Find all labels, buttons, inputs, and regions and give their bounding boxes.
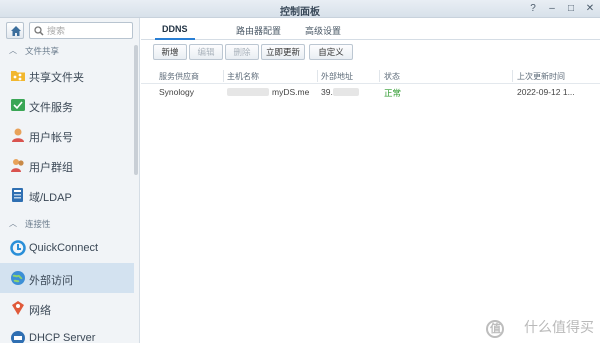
column-header-hostname[interactable]: 主机名称	[227, 71, 259, 82]
column-header-external-address[interactable]: 外部地址	[321, 71, 353, 82]
add-button[interactable]: 新增	[153, 44, 187, 60]
column-header-provider[interactable]: 服务供应商	[159, 71, 199, 82]
sidebar-item-quickconnect[interactable]: QuickConnect	[0, 233, 134, 263]
globe-icon	[11, 271, 25, 285]
redacted-address	[333, 88, 359, 96]
main-panel: DDNS 路由器配置 高级设置 新增 编辑 删除 立即更新 自定义 服务供应商 …	[141, 18, 600, 343]
cell-status: 正常	[384, 88, 402, 98]
network-icon	[12, 301, 24, 315]
sidebar-item-shared-folder[interactable]: 共享文件夹	[0, 60, 134, 90]
column-header-status[interactable]: 状态	[384, 71, 400, 82]
control-panel-window: 控制面板 ? – □ ✕ ︿ 文件共享 共享文件夹 文件服务 用户帐号	[0, 0, 600, 343]
file-services-icon	[11, 99, 25, 111]
close-icon[interactable]: ✕	[583, 2, 597, 16]
sidebar-item-network[interactable]: 网络	[0, 293, 134, 323]
chevron-up-icon: ︿	[9, 219, 17, 228]
watermark-logo-icon: 值	[486, 320, 504, 338]
column-divider	[317, 70, 318, 82]
customize-button[interactable]: 自定义	[309, 44, 353, 60]
chevron-up-icon: ︿	[9, 46, 17, 55]
table-header: 服务供应商 主机名称 外部地址 状态 上次更新时间	[141, 68, 600, 84]
sidebar-item-domain-ldap[interactable]: 域/LDAP	[0, 180, 134, 210]
quickconnect-icon	[10, 240, 26, 256]
tab-router-config[interactable]: 路由器配置	[236, 24, 281, 37]
edit-button[interactable]: 编辑	[189, 44, 223, 60]
sidebar-scrollbar[interactable]	[134, 45, 138, 175]
window-title: 控制面板	[280, 7, 320, 18]
search-input[interactable]	[47, 24, 129, 37]
section-file-sharing[interactable]: ︿ 文件共享	[0, 41, 134, 59]
tab-bar: DDNS 路由器配置 高级设置	[141, 18, 600, 40]
cell-provider: Synology	[159, 87, 194, 97]
sidebar-item-dhcp-server[interactable]: DHCP Server	[0, 323, 134, 343]
maximize-icon[interactable]: □	[564, 2, 578, 16]
column-header-last-updated[interactable]: 上次更新时间	[517, 71, 565, 82]
column-divider	[223, 70, 224, 82]
cell-last-updated: 2022-09-12 1...	[517, 87, 575, 97]
update-now-button[interactable]: 立即更新	[261, 44, 305, 60]
redacted-hostname	[227, 88, 269, 96]
column-divider	[512, 70, 513, 82]
tab-ddns[interactable]: DDNS	[162, 24, 188, 34]
sidebar-item-external-access[interactable]: 外部访问	[0, 263, 134, 293]
table-row[interactable]: Synology myDS.me 39. 正常 2022-09-12 1...	[141, 84, 600, 100]
user-group-icon	[11, 159, 24, 172]
section-connectivity[interactable]: ︿ 连接性	[0, 214, 134, 232]
sidebar: ︿ 文件共享 共享文件夹 文件服务 用户帐号 用户群组 域/LDAP ︿ 连接性	[0, 18, 140, 343]
tab-advanced-settings[interactable]: 高级设置	[305, 24, 341, 37]
help-icon[interactable]: ?	[526, 2, 540, 16]
search-icon	[34, 26, 44, 36]
title-bar: 控制面板 ? – □ ✕	[0, 0, 600, 18]
dhcp-server-icon	[11, 331, 25, 343]
user-icon	[12, 128, 24, 142]
search-box[interactable]	[29, 22, 133, 39]
domain-ldap-icon	[12, 188, 23, 202]
column-divider	[379, 70, 380, 82]
home-icon	[11, 26, 21, 36]
shared-folder-icon	[11, 71, 25, 81]
delete-button[interactable]: 删除	[225, 44, 259, 60]
home-button[interactable]	[6, 22, 24, 39]
sidebar-item-user-account[interactable]: 用户帐号	[0, 120, 134, 150]
active-tab-indicator	[155, 38, 195, 40]
cell-hostname: myDS.me	[272, 87, 310, 97]
sidebar-item-file-services[interactable]: 文件服务	[0, 90, 134, 120]
sidebar-item-user-group[interactable]: 用户群组	[0, 150, 134, 180]
minimize-icon[interactable]: –	[545, 2, 559, 16]
cell-external-address: 39.	[321, 87, 333, 97]
watermark-text: 什么值得买	[524, 319, 594, 335]
